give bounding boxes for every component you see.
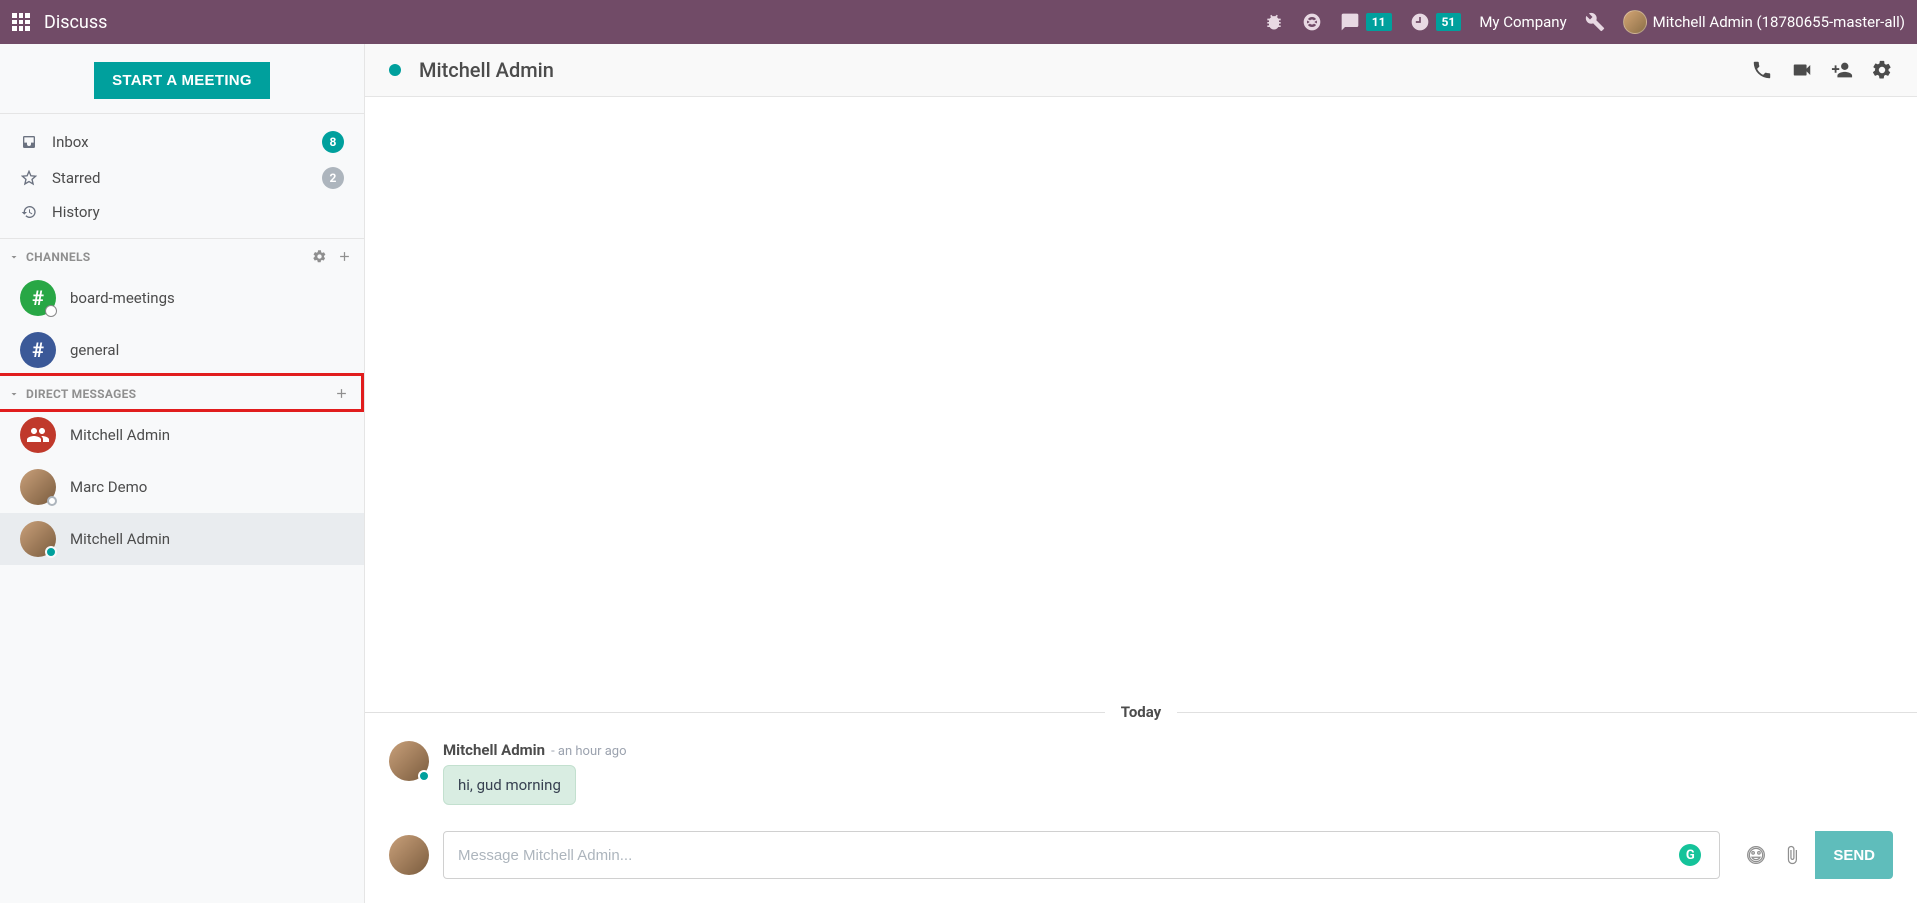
mailbox-label: History	[52, 203, 100, 221]
group-avatar-icon	[20, 417, 56, 453]
channels-header-label[interactable]: CHANNELS	[26, 250, 90, 264]
mailbox-label: Inbox	[52, 133, 89, 151]
activities-badge: 51	[1436, 13, 1462, 32]
status-offline-icon	[47, 496, 57, 506]
message-time: - an hour ago	[551, 744, 626, 759]
attachment-icon[interactable]	[1782, 845, 1802, 865]
hash-icon: #	[20, 332, 56, 368]
composer[interactable]: G	[443, 831, 1720, 879]
messages-indicator[interactable]: 11	[1340, 12, 1392, 32]
chevron-down-icon[interactable]	[8, 388, 20, 400]
channel-label: board-meetings	[70, 289, 175, 307]
dm-section-header: DIRECT MESSAGES	[0, 376, 361, 409]
inbox-badge: 8	[322, 131, 344, 153]
dm-header-label[interactable]: DIRECT MESSAGES	[26, 387, 136, 401]
start-meeting-button[interactable]: START A MEETING	[94, 62, 270, 99]
video-icon[interactable]	[1791, 59, 1813, 81]
history-icon	[20, 204, 38, 220]
activities-indicator[interactable]: 51	[1410, 12, 1462, 32]
avatar-icon	[20, 521, 56, 557]
dm-marc-demo[interactable]: Marc Demo	[0, 461, 364, 513]
gear-icon[interactable]	[312, 249, 327, 264]
top-navbar: Discuss 11 51 My Company Mitchell Admin …	[0, 0, 1917, 44]
tools-icon[interactable]	[1585, 12, 1605, 32]
gear-icon[interactable]	[1871, 59, 1893, 81]
send-button[interactable]: SEND	[1815, 831, 1893, 879]
mailbox-history[interactable]: History	[0, 196, 364, 228]
message-author[interactable]: Mitchell Admin	[443, 741, 545, 759]
avatar-icon	[20, 469, 56, 505]
thread-title: Mitchell Admin	[419, 58, 554, 82]
messages-badge: 11	[1366, 13, 1392, 32]
message: Mitchell Admin - an hour ago hi, gud mor…	[365, 733, 1917, 813]
bug-icon[interactable]	[1264, 12, 1284, 32]
channel-board-meetings[interactable]: # board-meetings	[0, 272, 364, 324]
channel-label: general	[70, 341, 119, 359]
date-separator-label: Today	[1105, 703, 1177, 721]
mailbox-inbox[interactable]: Inbox 8	[0, 124, 364, 160]
channels-section-header: CHANNELS	[0, 239, 364, 272]
dm-mitchell-admin[interactable]: Mitchell Admin	[0, 513, 364, 565]
dm-label: Marc Demo	[70, 478, 147, 496]
chat-icon	[1340, 12, 1360, 32]
mailbox-starred[interactable]: Starred 2	[0, 160, 364, 196]
status-online-icon	[45, 546, 57, 558]
user-menu[interactable]: Mitchell Admin (18780655-master-all)	[1623, 10, 1905, 34]
user-name: Mitchell Admin (18780655-master-all)	[1653, 13, 1905, 31]
phone-icon[interactable]	[1751, 59, 1773, 81]
support-icon[interactable]	[1302, 12, 1322, 32]
emoji-icon[interactable]	[1746, 845, 1766, 865]
starred-badge: 2	[322, 167, 344, 189]
grammarly-icon[interactable]: G	[1679, 844, 1701, 866]
plus-icon[interactable]	[337, 249, 352, 264]
hash-icon: #	[20, 280, 56, 316]
app-title: Discuss	[44, 12, 107, 33]
channel-general[interactable]: # general	[0, 324, 364, 376]
mailbox-label: Starred	[52, 169, 100, 187]
sidebar: START A MEETING Inbox 8 Starred 2 Histor…	[0, 44, 365, 903]
highlight-annotation: DIRECT MESSAGES	[0, 373, 364, 412]
message-avatar[interactable]	[389, 741, 429, 781]
status-online-icon	[418, 770, 430, 782]
composer-avatar	[389, 835, 429, 875]
message-input[interactable]	[458, 847, 1679, 864]
composer-row: G SEND	[365, 817, 1917, 903]
mailbox-list: Inbox 8 Starred 2 History	[0, 114, 364, 239]
company-switcher[interactable]: My Company	[1479, 13, 1566, 31]
inbox-icon	[20, 134, 38, 150]
dm-label: Mitchell Admin	[70, 530, 170, 548]
globe-indicator-icon	[45, 305, 57, 317]
avatar-icon	[1623, 10, 1647, 34]
star-icon	[20, 170, 38, 186]
dm-group-mitchell-admin[interactable]: Mitchell Admin	[0, 409, 364, 461]
plus-icon[interactable]	[334, 386, 349, 401]
thread-view: Mitchell Admin Today Mitchell Admin - an…	[365, 44, 1917, 903]
apps-launcher-icon[interactable]	[12, 13, 30, 31]
clock-icon	[1410, 12, 1430, 32]
chevron-down-icon[interactable]	[8, 251, 20, 263]
date-separator: Today	[365, 703, 1917, 721]
add-user-icon[interactable]	[1831, 59, 1853, 81]
presence-online-icon	[389, 64, 401, 76]
thread-body: Today Mitchell Admin - an hour ago hi, g…	[365, 97, 1917, 817]
dm-label: Mitchell Admin	[70, 426, 170, 444]
message-body: hi, gud morning	[443, 765, 576, 805]
thread-header: Mitchell Admin	[365, 44, 1917, 97]
